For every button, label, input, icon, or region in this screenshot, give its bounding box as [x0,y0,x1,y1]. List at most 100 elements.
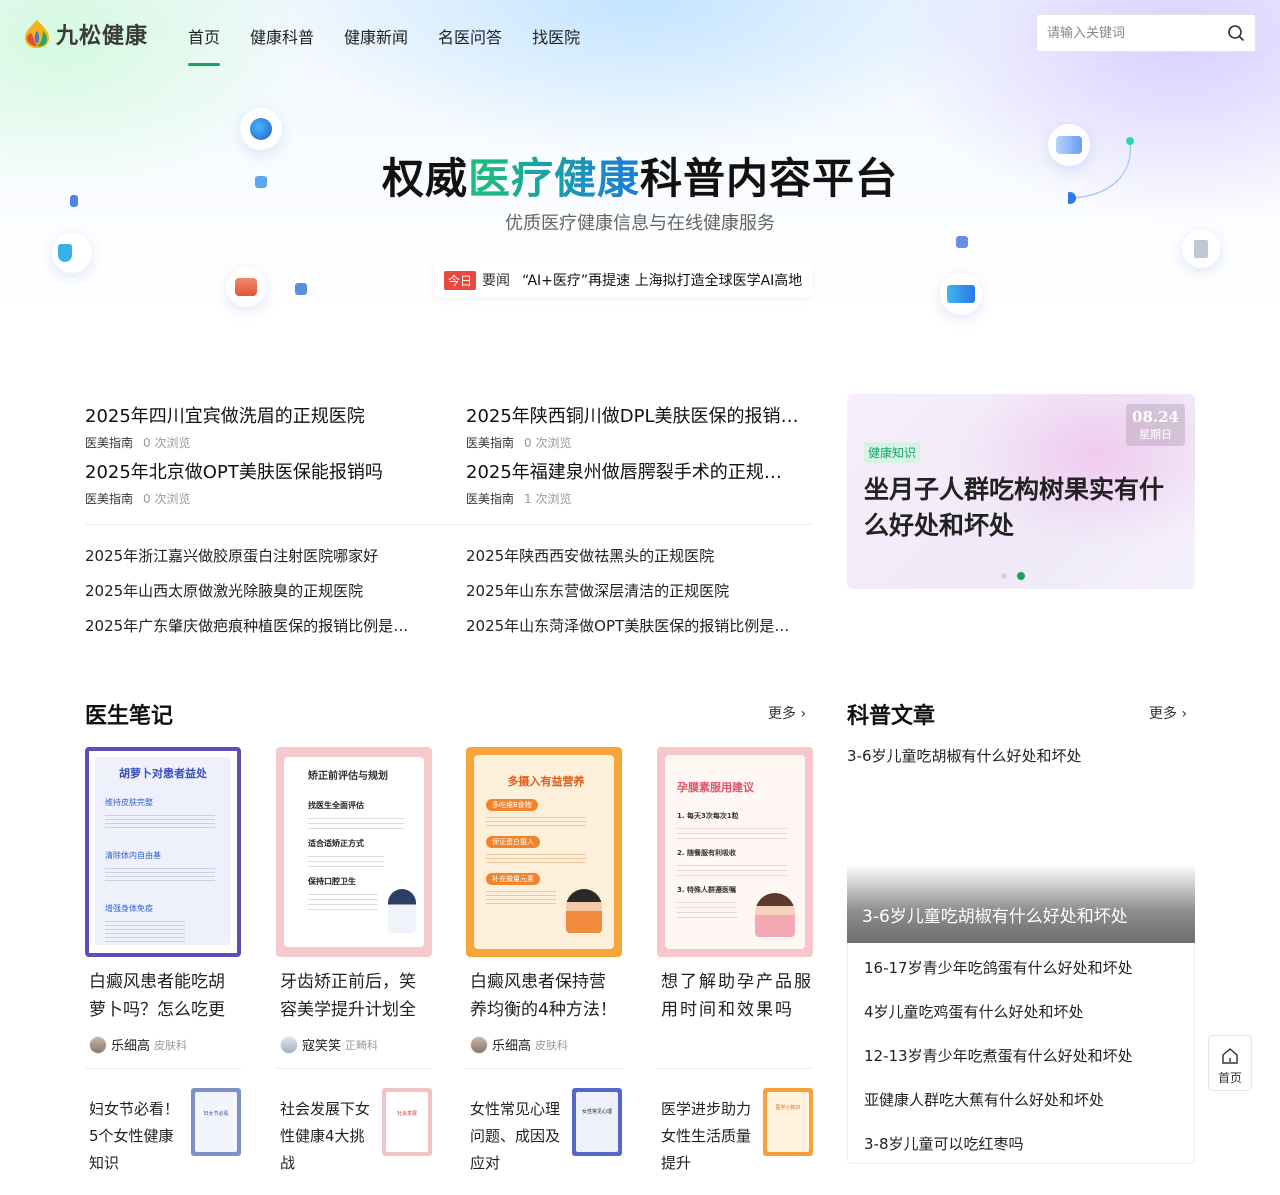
home-icon [1222,1048,1238,1064]
news-title[interactable]: 2025年北京做OPT美肤医保能报销吗 [85,458,445,484]
note-image[interactable]: 胡萝卜对患者益处 维持皮肤完整 清除体内自由基 增强身体免疫 [85,747,241,957]
news-meta: 医美指南 0 次浏览 [466,436,572,450]
search-input[interactable] [1037,15,1217,51]
note-title[interactable]: 牙齿矫正前后，笑容美学提升计划全解析 [276,968,432,1024]
note-card[interactable]: 矫正前评估与规划 找医生全面评估 适合适矫正方式 保持口腔卫生 牙齿矫正前后，笑… [276,747,432,1054]
note-small-title[interactable]: 社会发展下女性健康4大挑战 [280,1096,372,1177]
banner-tag: 健康知识 [864,442,921,463]
news-featured-item[interactable]: 2025年四川宜宾做洗眉的正规医院 医美指南 0 次浏览 [85,402,445,451]
top-nav: 九松健康 首页 健康科普 健康新闻 名医问答 找医院 [0,0,1280,70]
science-list-item[interactable]: 3-8岁儿童可以吃红枣吗 [864,1133,1024,1154]
carousel-dot-active[interactable] [1017,572,1025,580]
note-small-title[interactable]: 医学进步助力女性生活质量提升 [661,1096,753,1177]
science-list-item[interactable]: 4岁儿童吃鸡蛋有什么好处和坏处 [864,1001,1084,1022]
medicine-kit-icon [226,267,266,307]
note-small-item[interactable]: 医学进步助力女性生活质量提升 医学小知识 [657,1088,813,1172]
person-illustration-icon [566,889,602,933]
nav-health-science[interactable]: 健康科普 [250,24,314,48]
logo-flame-icon [25,20,49,48]
avatar [280,1035,298,1054]
search-icon[interactable] [1227,24,1245,42]
main-menu: 首页 健康科普 健康新闻 名医问答 找医院 [188,24,580,66]
nav-doctor-qa[interactable]: 名医问答 [438,24,502,48]
news-list-item[interactable]: 2025年广东肇庆做疤痕种植医保的报销比例是多少 [85,615,423,636]
headline-ticker[interactable]: 今日 要闻 “AI+医疗”再提速 上海拟打造全球医学AI高地 [434,263,813,297]
science-section-title: 科普文章 [847,704,936,729]
list-icon [956,236,968,248]
globe-icon [240,108,282,150]
news-divider [85,524,813,525]
nav-find-hospital[interactable]: 找医院 [532,24,580,48]
note-small-item[interactable]: 妇女节必看！5个女性健康知识 妇女节必看 [85,1088,241,1172]
brand-logo[interactable]: 九松健康 [24,18,148,50]
news-title[interactable]: 2025年四川宜宾做洗眉的正规医院 [85,402,445,428]
note-small-thumb[interactable]: 女性常见心理 [572,1088,622,1156]
science-list-item[interactable]: 12-13岁青少年吃煮蛋有什么好处和坏处 [864,1045,1133,1066]
science-featured-image[interactable]: 3-6岁儿童吃胡椒有什么好处和坏处 [847,780,1195,943]
ticker-label: 要闻 [482,273,511,289]
news-featured-item[interactable]: 2025年福建泉州做唇腭裂手术的正规医院 医美指南 1 次浏览 [466,458,796,507]
note-divider [85,1068,241,1069]
news-list-item[interactable]: 2025年陕西西安做祛黑头的正规医院 [466,545,811,566]
thumbs-up-icon [295,283,307,295]
nav-health-news[interactable]: 健康新闻 [344,24,408,48]
science-list-item[interactable]: 16-17岁青少年吃鸽蛋有什么好处和坏处 [864,957,1133,978]
note-small-title[interactable]: 女性常见心理问题、成因及应对 [470,1096,562,1177]
note-card[interactable]: 多摄入有益营养 多吃维B食物 保证蛋白摄入 补充微量元素 白癜风患者保持营养均衡… [466,747,622,1054]
note-title[interactable]: 想了解助孕产品服用时间和效果吗 [657,968,813,1024]
microscope-icon [1182,230,1220,268]
avatar [470,1035,488,1054]
mother-illustration-icon [755,893,795,937]
news-meta: 医美指南 1 次浏览 [466,492,572,506]
float-home-label: 首页 [1217,1071,1242,1085]
note-card[interactable]: 胡萝卜对患者益处 维持皮肤完整 清除体内自由基 增强身体免疫 白癜风患者能吃胡萝… [85,747,241,1054]
float-home-button[interactable]: 首页 [1208,1035,1252,1091]
note-image[interactable]: 多摄入有益营养 多吃维B食物 保证蛋白摄入 补充微量元素 [466,747,622,957]
note-small-title[interactable]: 妇女节必看！5个女性健康知识 [89,1096,181,1177]
chevron-right-icon: › [800,706,807,722]
note-title[interactable]: 白癜风患者能吃胡萝卜吗？怎么吃更健康 [85,968,241,1024]
science-list-item[interactable]: 亚健康人群吃大蕉有什么好处和坏处 [864,1089,1104,1110]
note-author[interactable]: 乐细高 皮肤科 [466,1035,622,1054]
news-list-item[interactable]: 2025年山东东营做深层清洁的正规医院 [466,580,811,601]
note-small-thumb[interactable]: 医学小知识 [763,1088,813,1156]
news-meta: 医美指南 0 次浏览 [85,436,191,450]
shield-icon [52,233,92,273]
note-author[interactable]: 乐细高 皮肤科 [85,1035,241,1054]
doctor-illustration-icon [388,889,416,933]
consultation-icon [940,273,982,315]
ticker-headline[interactable]: “AI+医疗”再提速 上海拟打造全球医学AI高地 [522,270,802,290]
news-list-item[interactable]: 2025年山东菏泽做OPT美肤医保的报销比例是多少 [466,615,802,636]
note-small-thumb[interactable]: 社会发展 [382,1088,432,1156]
note-card[interactable]: 孕膜素服用建议 1. 每天3次每次1粒 2. 随餐服有利吸收 3. 特殊人群遵医… [657,747,813,1024]
notes-section-title: 医生笔记 [85,704,174,729]
banner-title[interactable]: 坐月子人群吃构树果实有什么好处和坏处 [864,472,1184,544]
science-list: 16-17岁青少年吃鸽蛋有什么好处和坏处 4岁儿童吃鸡蛋有什么好处和坏处 12-… [847,943,1195,1164]
hero-title: 权威医疗健康科普内容平台 [381,154,899,203]
note-divider [657,1068,813,1069]
science-top-link[interactable]: 3-6岁儿童吃胡椒有什么好处和坏处 [847,745,1082,766]
news-title[interactable]: 2025年陕西铜川做DPL美肤医保的报销比例是多少 [466,402,814,428]
news-featured-item[interactable]: 2025年陕西铜川做DPL美肤医保的报销比例是多少 医美指南0 次浏览 [466,402,814,451]
news-list-item[interactable]: 2025年山西太原做激光除腋臭的正规医院 [85,580,430,601]
note-author[interactable]: 寇笑笑 正畸科 [276,1035,432,1054]
nav-home[interactable]: 首页 [188,24,221,66]
science-image-caption[interactable]: 3-6岁儿童吃胡椒有什么好处和坏处 [862,902,1128,927]
note-divider [276,1068,432,1069]
news-title[interactable]: 2025年福建泉州做唇腭裂手术的正规医院 [466,458,796,484]
health-banner[interactable]: 08.24 星期日 健康知识 坐月子人群吃构树果实有什么好处和坏处 [847,394,1195,589]
banner-date: 08.24 星期日 [1126,404,1185,446]
news-featured-item[interactable]: 2025年北京做OPT美肤医保能报销吗 医美指南 0 次浏览 [85,458,445,507]
note-small-item[interactable]: 社会发展下女性健康4大挑战 社会发展 [276,1088,432,1172]
note-image[interactable]: 孕膜素服用建议 1. 每天3次每次1粒 2. 随餐服有利吸收 3. 特殊人群遵医… [657,747,813,957]
notes-more-link[interactable]: 更多 › [768,703,806,723]
science-more-link[interactable]: 更多 › [1149,703,1187,723]
note-small-thumb[interactable]: 妇女节必看 [191,1088,241,1156]
note-image[interactable]: 矫正前评估与规划 找医生全面评估 适合适矫正方式 保持口腔卫生 [276,747,432,957]
news-meta: 医美指南 0 次浏览 [85,492,191,506]
carousel-dot[interactable] [1001,573,1007,579]
news-list-item[interactable]: 2025年浙江嘉兴做胶原蛋白注射医院哪家好 [85,545,430,566]
note-title[interactable]: 白癜风患者保持营养均衡的4种方法！ [466,968,622,1024]
note-small-item[interactable]: 女性常见心理问题、成因及应对 女性常见心理 [466,1088,622,1172]
chevron-right-icon: › [1181,706,1188,722]
